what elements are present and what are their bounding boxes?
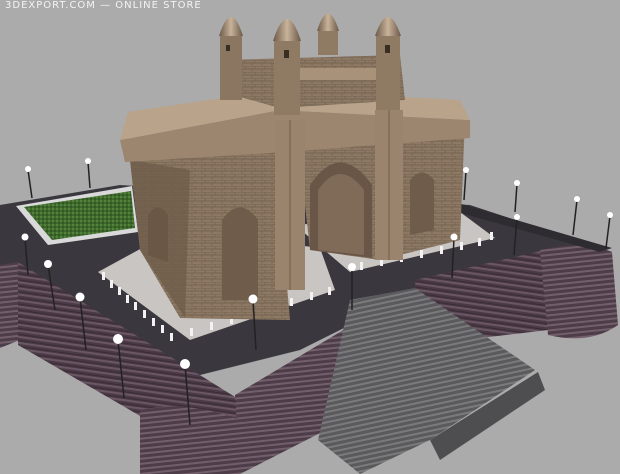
- scene-3d-render: [0, 13, 618, 474]
- left-arch-window: [222, 207, 258, 300]
- central-arch-inner: [318, 174, 364, 255]
- render-viewport: 3DEXPORT.COM — ONLINE STORE: [0, 0, 620, 474]
- wall-left: [0, 262, 20, 348]
- watermark-text: 3DEXPORT.COM — ONLINE STORE: [5, 0, 202, 11]
- right-arch-window: [410, 172, 434, 235]
- left-side-window: [148, 207, 168, 262]
- attic-band: [300, 68, 380, 80]
- wall-right-bastion: [540, 245, 618, 339]
